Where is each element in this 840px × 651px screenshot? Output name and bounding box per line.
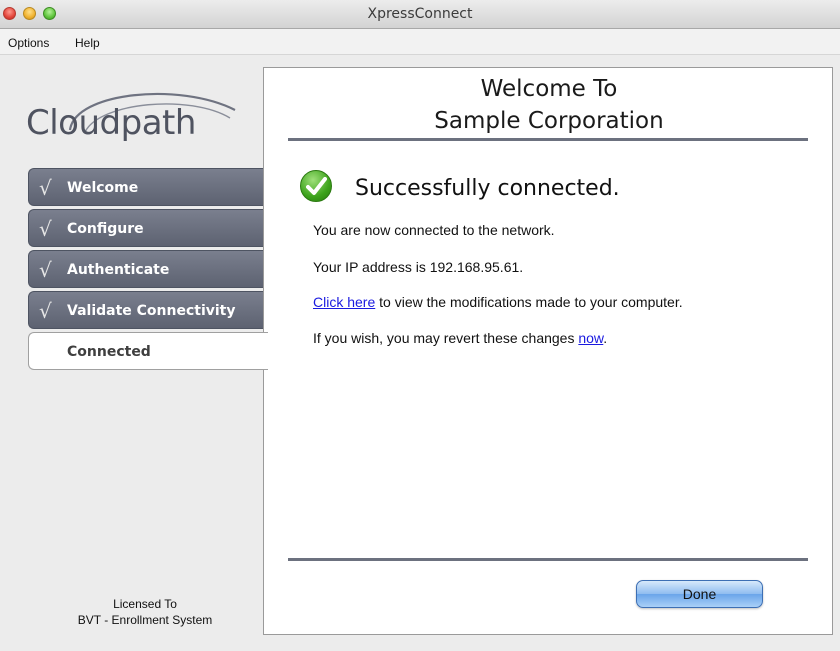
window-title: XpressConnect [367, 6, 473, 22]
content-panel: Welcome To Sample Corporation Successful… [263, 67, 833, 635]
page-title-line2: Sample Corporation [434, 108, 664, 134]
status-message: Successfully connected. [355, 176, 620, 201]
step-label: Connected [67, 344, 151, 360]
done-button[interactable]: Done [636, 580, 763, 608]
title-bar: XpressConnect [0, 0, 840, 29]
license-holder: BVT - Enrollment System [77, 613, 213, 627]
logo-text: Cloudpath [26, 103, 196, 143]
ip-address-message: Your IP address is 192.168.95.61. [313, 259, 524, 275]
footer-divider [288, 558, 808, 561]
page-title-line1: Welcome To [480, 76, 618, 102]
menu-options[interactable]: Options [8, 36, 49, 50]
click-here-link[interactable]: Click here [313, 294, 375, 310]
connected-message: You are now connected to the network. [313, 222, 555, 238]
success-check-icon [300, 170, 332, 202]
step-label: Configure [67, 221, 144, 237]
checkmark-icon: √ [39, 299, 52, 323]
checkmark-icon: √ [39, 258, 52, 282]
revert-text: If you wish, you may revert these change… [313, 330, 579, 346]
revert-now-link[interactable]: now [578, 330, 603, 346]
step-welcome[interactable]: √ Welcome [28, 168, 268, 206]
step-configure[interactable]: √ Configure [28, 209, 268, 247]
step-authenticate[interactable]: √ Authenticate [28, 250, 268, 288]
modifications-line: Click here to view the modifications mad… [313, 294, 683, 310]
checkmark-icon: √ [39, 217, 52, 241]
title-divider [288, 138, 808, 141]
step-validate-connectivity[interactable]: √ Validate Connectivity [28, 291, 268, 329]
revert-line: If you wish, you may revert these change… [313, 330, 607, 346]
revert-period: . [603, 330, 608, 346]
license-info: Licensed To BVT - Enrollment System [30, 596, 260, 628]
menu-help[interactable]: Help [75, 36, 100, 50]
menu-bar: Options Help [0, 29, 840, 55]
step-connected[interactable]: Connected [28, 332, 268, 370]
step-label: Validate Connectivity [67, 303, 236, 319]
step-label: Authenticate [67, 262, 170, 278]
step-label: Welcome [67, 180, 139, 196]
modifications-text: to view the modifications made to your c… [375, 294, 683, 310]
license-label: Licensed To [113, 597, 177, 611]
checkmark-icon: √ [39, 176, 52, 200]
